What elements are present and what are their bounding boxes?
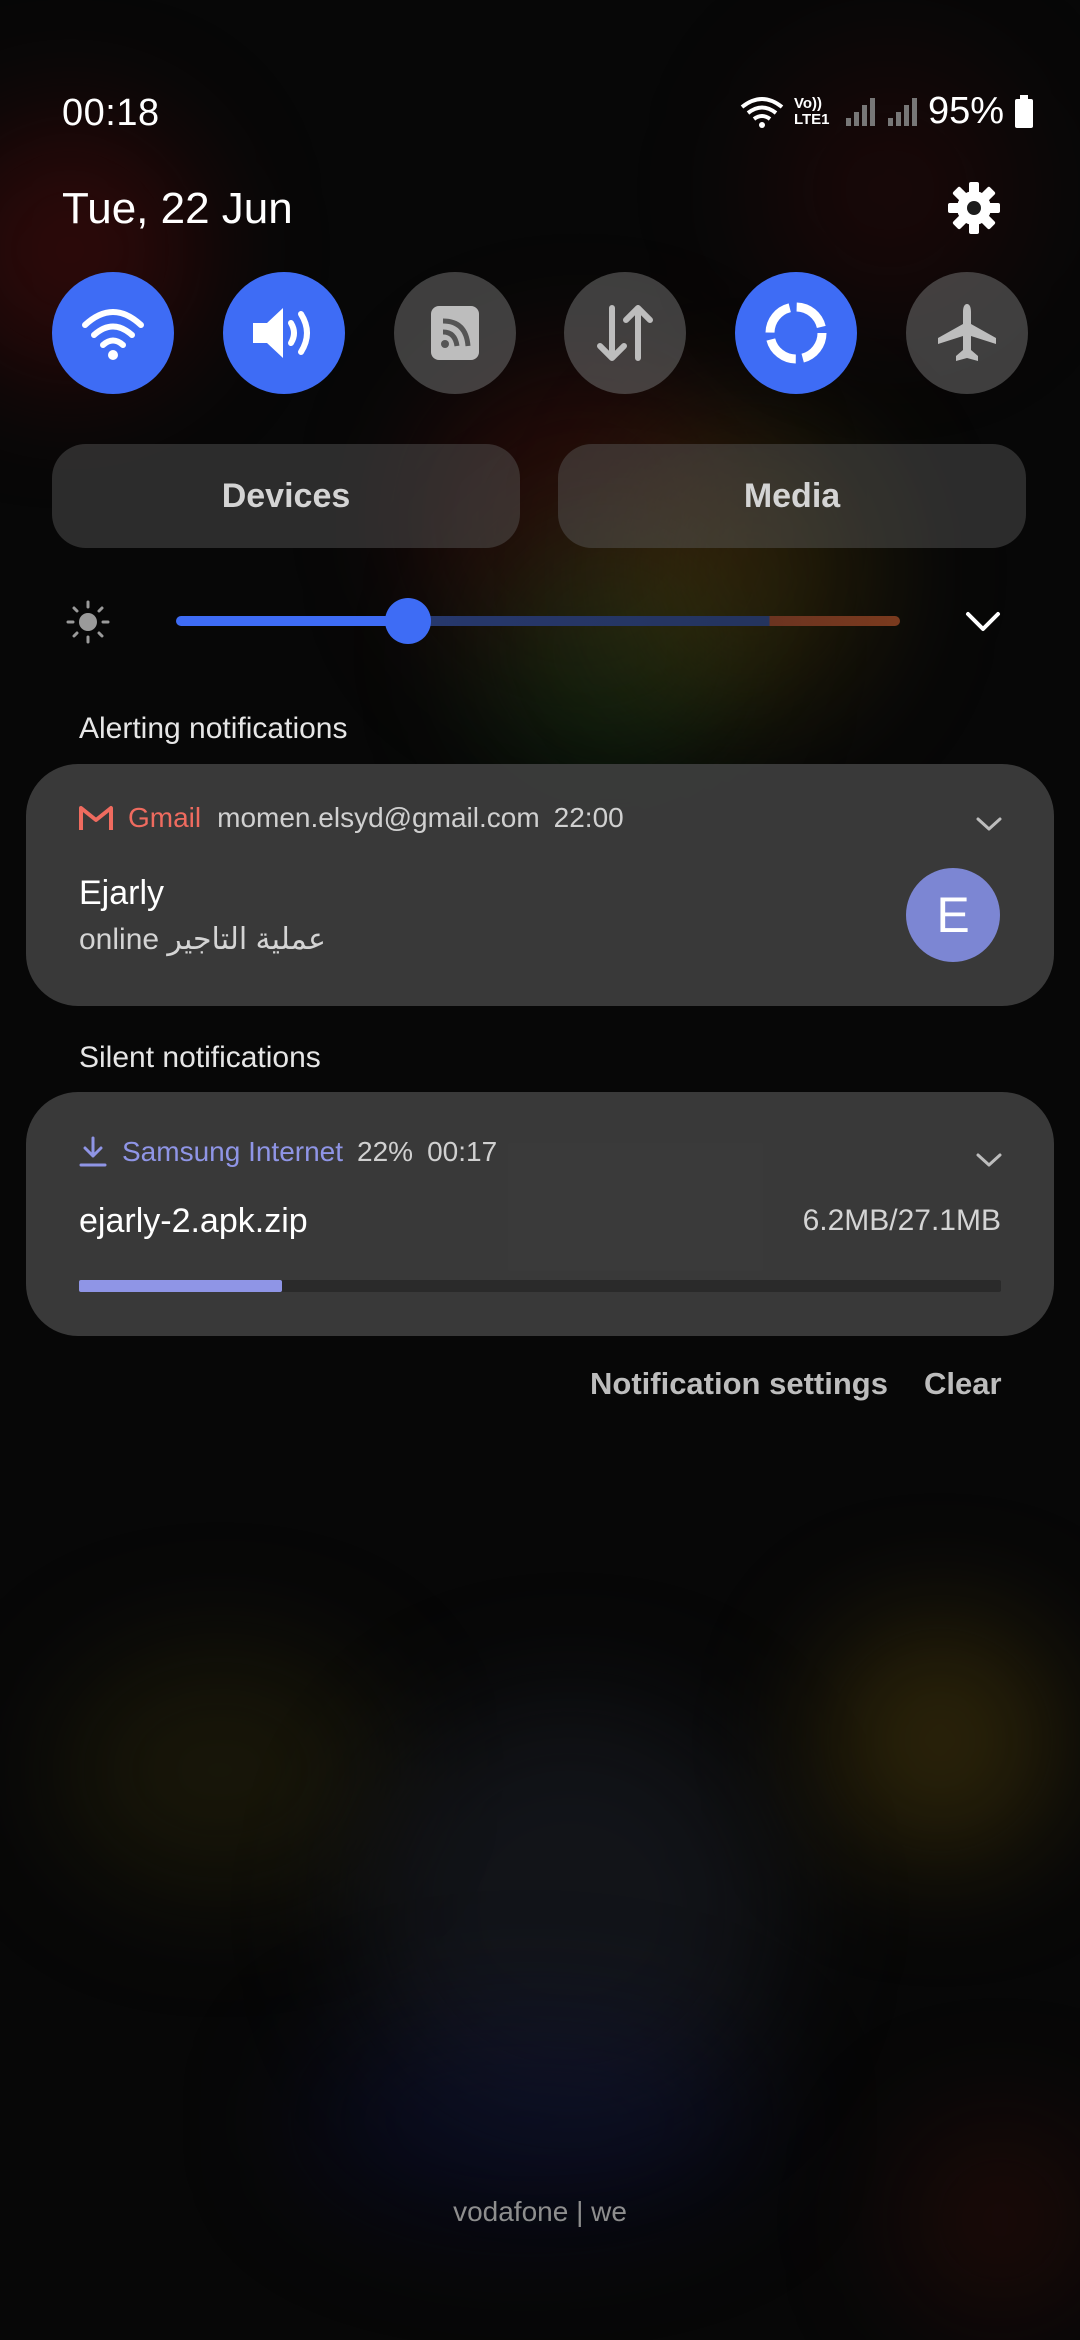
devices-button[interactable]: Devices [52,444,520,548]
status-icons: Vo)) LTE1 95% [740,90,1034,133]
download-notification-card[interactable]: Samsung Internet 22% 00:17 ejarly-2.apk.… [26,1092,1054,1336]
download-icon [79,1136,107,1167]
download-progress-fill [79,1280,282,1292]
silent-notifications-label: Silent notifications [79,1041,321,1074]
brightness-slider-track[interactable] [176,616,900,626]
quick-settings-row [52,272,1028,394]
chevron-down-icon[interactable] [962,604,1004,638]
volte-icon: Vo)) LTE1 [793,94,830,128]
app-name: Gmail [128,802,202,833]
wifi-icon [82,309,144,360]
power-saving-icon [765,302,827,364]
nfc-toggle[interactable] [393,272,516,394]
download-notification-header: Samsung Internet 22% 00:17 [78,1136,497,1168]
notification-settings-button[interactable]: Notification settings [590,1366,888,1402]
battery-percent: 95% [927,90,1004,132]
notification-time: 22:00 [553,802,624,833]
airplane-mode-toggle[interactable] [905,272,1028,394]
app-name: Samsung Internet [122,1136,344,1167]
avatar: E [906,868,1000,962]
panel-date[interactable]: Tue, 22 Jun [62,184,293,234]
wifi-icon [740,96,784,128]
mobile-data-icon [597,305,654,361]
gear-icon[interactable] [946,180,1002,236]
status-time: 00:18 [62,92,160,134]
airplane-mode-icon [937,304,996,361]
battery-icon [1015,94,1033,128]
download-size: 6.2MB/27.1MB [802,1204,1001,1237]
nfc-icon [430,306,479,360]
mobile-data-toggle[interactable] [564,272,687,394]
sound-toggle[interactable] [222,272,345,394]
chevron-down-icon[interactable] [974,814,1004,834]
download-progress-track [79,1280,1001,1292]
chevron-down-icon[interactable] [974,1150,1004,1170]
signal-icon [845,97,875,126]
alerting-notifications-label: Alerting notifications [79,712,348,745]
signal-icon [887,97,917,126]
notification-title: Ejarly [79,874,165,912]
media-button[interactable]: Media [558,444,1026,548]
gmail-notification-card[interactable]: Gmail momen.elsyd@gmail.com 22:00 Ejarly… [26,764,1054,1006]
clear-button[interactable]: Clear [924,1366,1002,1402]
power-saving-toggle[interactable] [735,272,858,394]
account-email: momen.elsyd@gmail.com [217,802,540,833]
carrier-label: vodafone | we [453,2196,627,2227]
wifi-toggle[interactable] [52,272,174,394]
notification-body: online عملية التاجير [79,923,326,956]
sound-icon [252,308,310,358]
brightness-slider-thumb[interactable] [384,598,431,644]
download-file-name: ejarly-2.apk.zip [79,1202,308,1240]
download-percent: 22% [357,1136,414,1167]
gmail-notification-header: Gmail momen.elsyd@gmail.com 22:00 [78,802,624,834]
sun-icon [66,600,110,644]
notification-time: 00:17 [427,1136,498,1167]
gmail-icon [79,806,113,830]
